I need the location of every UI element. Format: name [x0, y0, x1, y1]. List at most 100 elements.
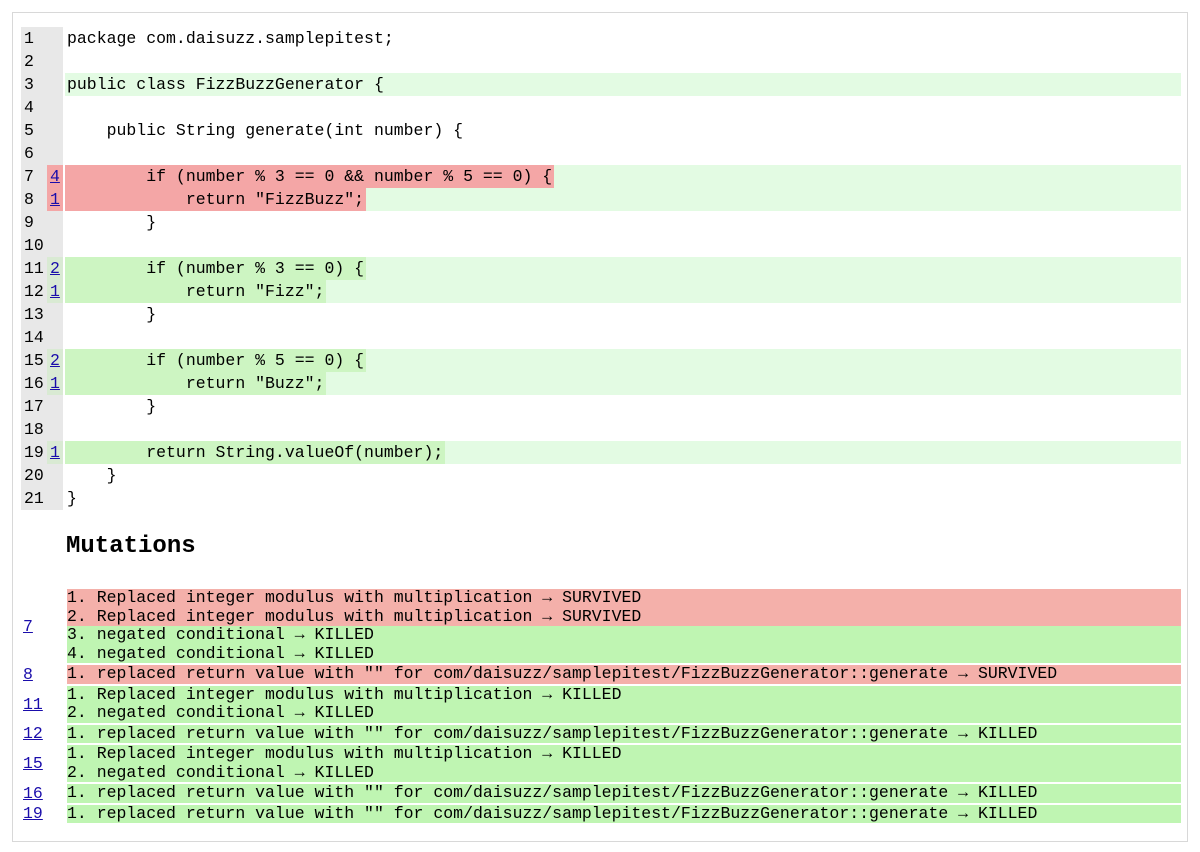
- mutation-count-cell: 1: [47, 372, 63, 395]
- mutation-line-link[interactable]: 12: [23, 724, 43, 743]
- mutation-count-cell: [47, 326, 63, 349]
- line-number: 6: [21, 142, 47, 165]
- source-code: [65, 326, 69, 349]
- coverage-fill: [65, 303, 1181, 326]
- source-code: return String.valueOf(number);: [65, 441, 446, 464]
- mutation-count-cell: [47, 96, 63, 119]
- source-line: 15 2 if (number % 5 == 0) {: [21, 349, 1181, 372]
- source-line: 20 }: [21, 464, 1181, 487]
- mutation-count-cell: [47, 73, 63, 96]
- mutation-item: 2. negated conditional → KILLED: [67, 763, 1181, 782]
- coverage-fill: [65, 487, 1181, 510]
- mutation-count-cell: [47, 142, 63, 165]
- mutation-line-cell: 15: [21, 745, 65, 782]
- source-line: 4: [21, 96, 1181, 119]
- source-code: }: [67, 466, 117, 485]
- mutation-count-link[interactable]: 1: [50, 190, 60, 209]
- source-code: return "Buzz";: [65, 372, 327, 395]
- mutation-count-cell: [47, 487, 63, 510]
- mutation-group: 12 1. replaced return value with "" for c…: [21, 724, 1181, 743]
- mutation-count-cell: 2: [47, 349, 63, 372]
- source-listing: 1 package com.daisuzz.samplepitest; 2 3 publ…: [21, 27, 1181, 510]
- mutation-item: 4. negated conditional → KILLED: [67, 644, 1181, 663]
- mutation-items: 1. Replaced integer modulus with multipl…: [67, 589, 1181, 663]
- mutation-line-link[interactable]: 8: [23, 665, 33, 684]
- mutation-line-cell: 11: [21, 686, 65, 723]
- mutation-group: 15 1. Replaced integer modulus with multi…: [21, 745, 1181, 782]
- line-number: 14: [21, 326, 47, 349]
- line-number: 16: [21, 372, 47, 395]
- mutation-count-cell: [47, 464, 63, 487]
- mutation-count-cell: 1: [47, 188, 63, 211]
- source-line: 9 }: [21, 211, 1181, 234]
- coverage-fill: [65, 326, 1181, 349]
- mutation-count-link[interactable]: 1: [50, 443, 60, 462]
- mutation-group: 11 1. Replaced integer modulus with multi…: [21, 685, 1181, 723]
- mutation-count-cell: [47, 119, 63, 142]
- source-code: [65, 234, 69, 257]
- mutation-line-link[interactable]: 16: [23, 784, 43, 803]
- line-number: 1: [21, 27, 47, 50]
- coverage-fill: [65, 464, 1181, 487]
- coverage-fill: [65, 96, 1181, 119]
- mutation-items: 1. Replaced integer modulus with multipl…: [67, 745, 1181, 782]
- source-code: public class FizzBuzzGenerator {: [67, 75, 384, 94]
- mutation-count-cell: 4: [47, 165, 63, 188]
- mutation-item: 3. negated conditional → KILLED: [67, 626, 1181, 645]
- line-number: 13: [21, 303, 47, 326]
- source-line: 6: [21, 142, 1181, 165]
- mutation-count-link[interactable]: 2: [50, 259, 60, 278]
- mutation-count-cell: [47, 234, 63, 257]
- mutation-items: 1. replaced return value with "" for com…: [67, 724, 1181, 743]
- source-code: }: [67, 489, 77, 508]
- source-line: 74 if (number % 3 == 0 && number % 5 == …: [21, 165, 1181, 188]
- line-number: 21: [21, 487, 47, 510]
- source-line: 21}: [21, 487, 1181, 510]
- line-number: 8: [21, 188, 47, 211]
- mutation-count-cell: 1: [47, 441, 63, 464]
- source-line: 5 public String generate(int number) {: [21, 119, 1181, 142]
- source-line: 81 return "FizzBuzz";: [21, 188, 1181, 211]
- mutation-count-link[interactable]: 1: [50, 282, 60, 301]
- mutation-items: 1. replaced return value with "" for com…: [67, 665, 1181, 684]
- mutation-item: 1. replaced return value with "" for com…: [67, 804, 1181, 823]
- source-code: if (number % 3 == 0 && number % 5 == 0) …: [65, 165, 555, 188]
- mutation-item: 1. replaced return value with "" for com…: [67, 665, 1181, 684]
- line-number: 3: [21, 73, 47, 96]
- source-code: [65, 142, 69, 165]
- source-code: }: [67, 213, 157, 232]
- source-code: [65, 96, 69, 119]
- line-number: 20: [21, 464, 47, 487]
- line-number: 7: [21, 165, 47, 188]
- coverage-fill: [65, 142, 1181, 165]
- mutation-count-link[interactable]: 2: [50, 351, 60, 370]
- mutation-line-link[interactable]: 11: [23, 695, 43, 714]
- mutation-item: 1. Replaced integer modulus with multipl…: [67, 589, 1181, 608]
- coverage-fill: [65, 418, 1181, 441]
- mutation-line-cell: 12: [21, 724, 65, 743]
- source-code: return "FizzBuzz";: [65, 188, 367, 211]
- mutation-item: 1. replaced return value with "" for com…: [67, 724, 1181, 743]
- source-line: 18: [21, 418, 1181, 441]
- mutation-line-cell: 19: [21, 804, 65, 823]
- line-number: 10: [21, 234, 47, 257]
- mutation-line-link[interactable]: 7: [23, 617, 33, 636]
- coverage-fill: [65, 395, 1181, 418]
- source-code: public String generate(int number) {: [67, 121, 464, 140]
- mutation-count-link[interactable]: 1: [50, 374, 60, 393]
- source-code: package com.daisuzz.samplepitest;: [67, 29, 394, 48]
- mutation-line-link[interactable]: 19: [23, 804, 43, 823]
- coverage-fill: [65, 234, 1181, 257]
- mutation-line-link[interactable]: 15: [23, 754, 43, 773]
- line-number: 4: [21, 96, 47, 119]
- mutation-items: 1. replaced return value with "" for com…: [67, 784, 1181, 803]
- mutation-line-cell: 8: [21, 665, 65, 684]
- mutation-line-cell: 7: [21, 589, 65, 663]
- source-line: 1 package com.daisuzz.samplepitest;: [21, 27, 1181, 50]
- source-code: if (number % 5 == 0) {: [65, 349, 367, 372]
- line-number: 17: [21, 395, 47, 418]
- line-number: 11: [21, 257, 47, 280]
- mutation-count-cell: 2: [47, 257, 63, 280]
- mutation-count-link[interactable]: 4: [50, 167, 60, 186]
- mutation-count-cell: [47, 50, 63, 73]
